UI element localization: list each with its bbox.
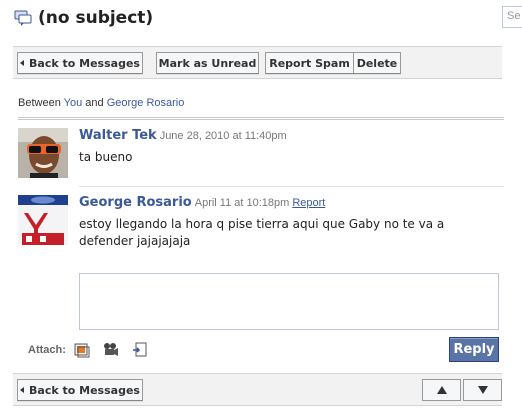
- message-icon: [14, 9, 32, 27]
- video-attach-icon[interactable]: [103, 342, 119, 358]
- mark-as-unread-button[interactable]: Mark as Unread: [156, 52, 259, 74]
- avatar[interactable]: [18, 195, 68, 245]
- message-timestamp: April 11 at 10:18pm: [194, 197, 290, 209]
- mark-as-unread-label: Mark as Unread: [158, 56, 257, 70]
- report-spam-label: Report Spam: [269, 56, 350, 70]
- reply-button[interactable]: Reply: [449, 337, 499, 362]
- between-prefix: Between: [18, 97, 61, 109]
- conversation-participants: Between You and George Rosario: [18, 97, 184, 109]
- back-to-messages-button[interactable]: Back to Messages: [17, 52, 143, 74]
- attach-bar: Attach:: [28, 342, 161, 358]
- attach-label: Attach:: [28, 344, 66, 356]
- message-author[interactable]: Walter Tek: [79, 128, 157, 143]
- delete-label: Delete: [356, 56, 398, 70]
- previous-message-button[interactable]: [422, 379, 461, 401]
- back-to-messages-label: Back to Messages: [29, 383, 140, 397]
- page-title: (no subject): [38, 8, 154, 28]
- participant-you-link[interactable]: You: [64, 97, 83, 109]
- back-arrow-icon: [20, 60, 25, 66]
- share-link-icon[interactable]: [132, 342, 148, 358]
- message-meta: George Rosario April 11 at 10:18pm Report: [79, 195, 325, 210]
- message-body: estoy llegando la hora q pise tierra aqu…: [79, 217, 445, 248]
- message-body: ta bueno: [79, 150, 133, 164]
- message-item: Walter Tek June 28, 2010 at 11:40pm ta bu…: [18, 128, 504, 183]
- divider: [18, 117, 504, 120]
- message-meta: Walter Tek June 28, 2010 at 11:40pm: [79, 128, 287, 143]
- photo-attach-icon[interactable]: [74, 342, 90, 358]
- back-to-messages-label: Back to Messages: [29, 56, 140, 70]
- up-arrow-icon: [436, 386, 447, 394]
- down-arrow-icon: [477, 386, 488, 394]
- report-spam-button[interactable]: Report Spam: [265, 52, 354, 74]
- message-timestamp: June 28, 2010 at 11:40pm: [159, 130, 287, 142]
- message-author[interactable]: George Rosario: [79, 195, 192, 210]
- back-arrow-icon: [20, 387, 25, 393]
- bottom-toolbar: Back to Messages: [13, 373, 502, 406]
- report-link[interactable]: Report: [292, 197, 325, 209]
- back-to-messages-button[interactable]: Back to Messages: [17, 379, 143, 401]
- message-item: George Rosario April 11 at 10:18pm Report …: [18, 195, 504, 250]
- avatar[interactable]: [18, 128, 68, 178]
- search-input[interactable]: Se: [502, 6, 522, 28]
- delete-button[interactable]: Delete: [353, 52, 401, 74]
- next-message-button[interactable]: [463, 379, 502, 401]
- reply-textarea[interactable]: [79, 273, 499, 330]
- between-and: and: [85, 97, 104, 109]
- page-header: (no subject): [14, 5, 153, 31]
- message-toolbar: Back to Messages Mark as Unread Report S…: [13, 46, 502, 79]
- message-divider: [79, 186, 504, 187]
- participant-link[interactable]: George Rosario: [107, 97, 185, 109]
